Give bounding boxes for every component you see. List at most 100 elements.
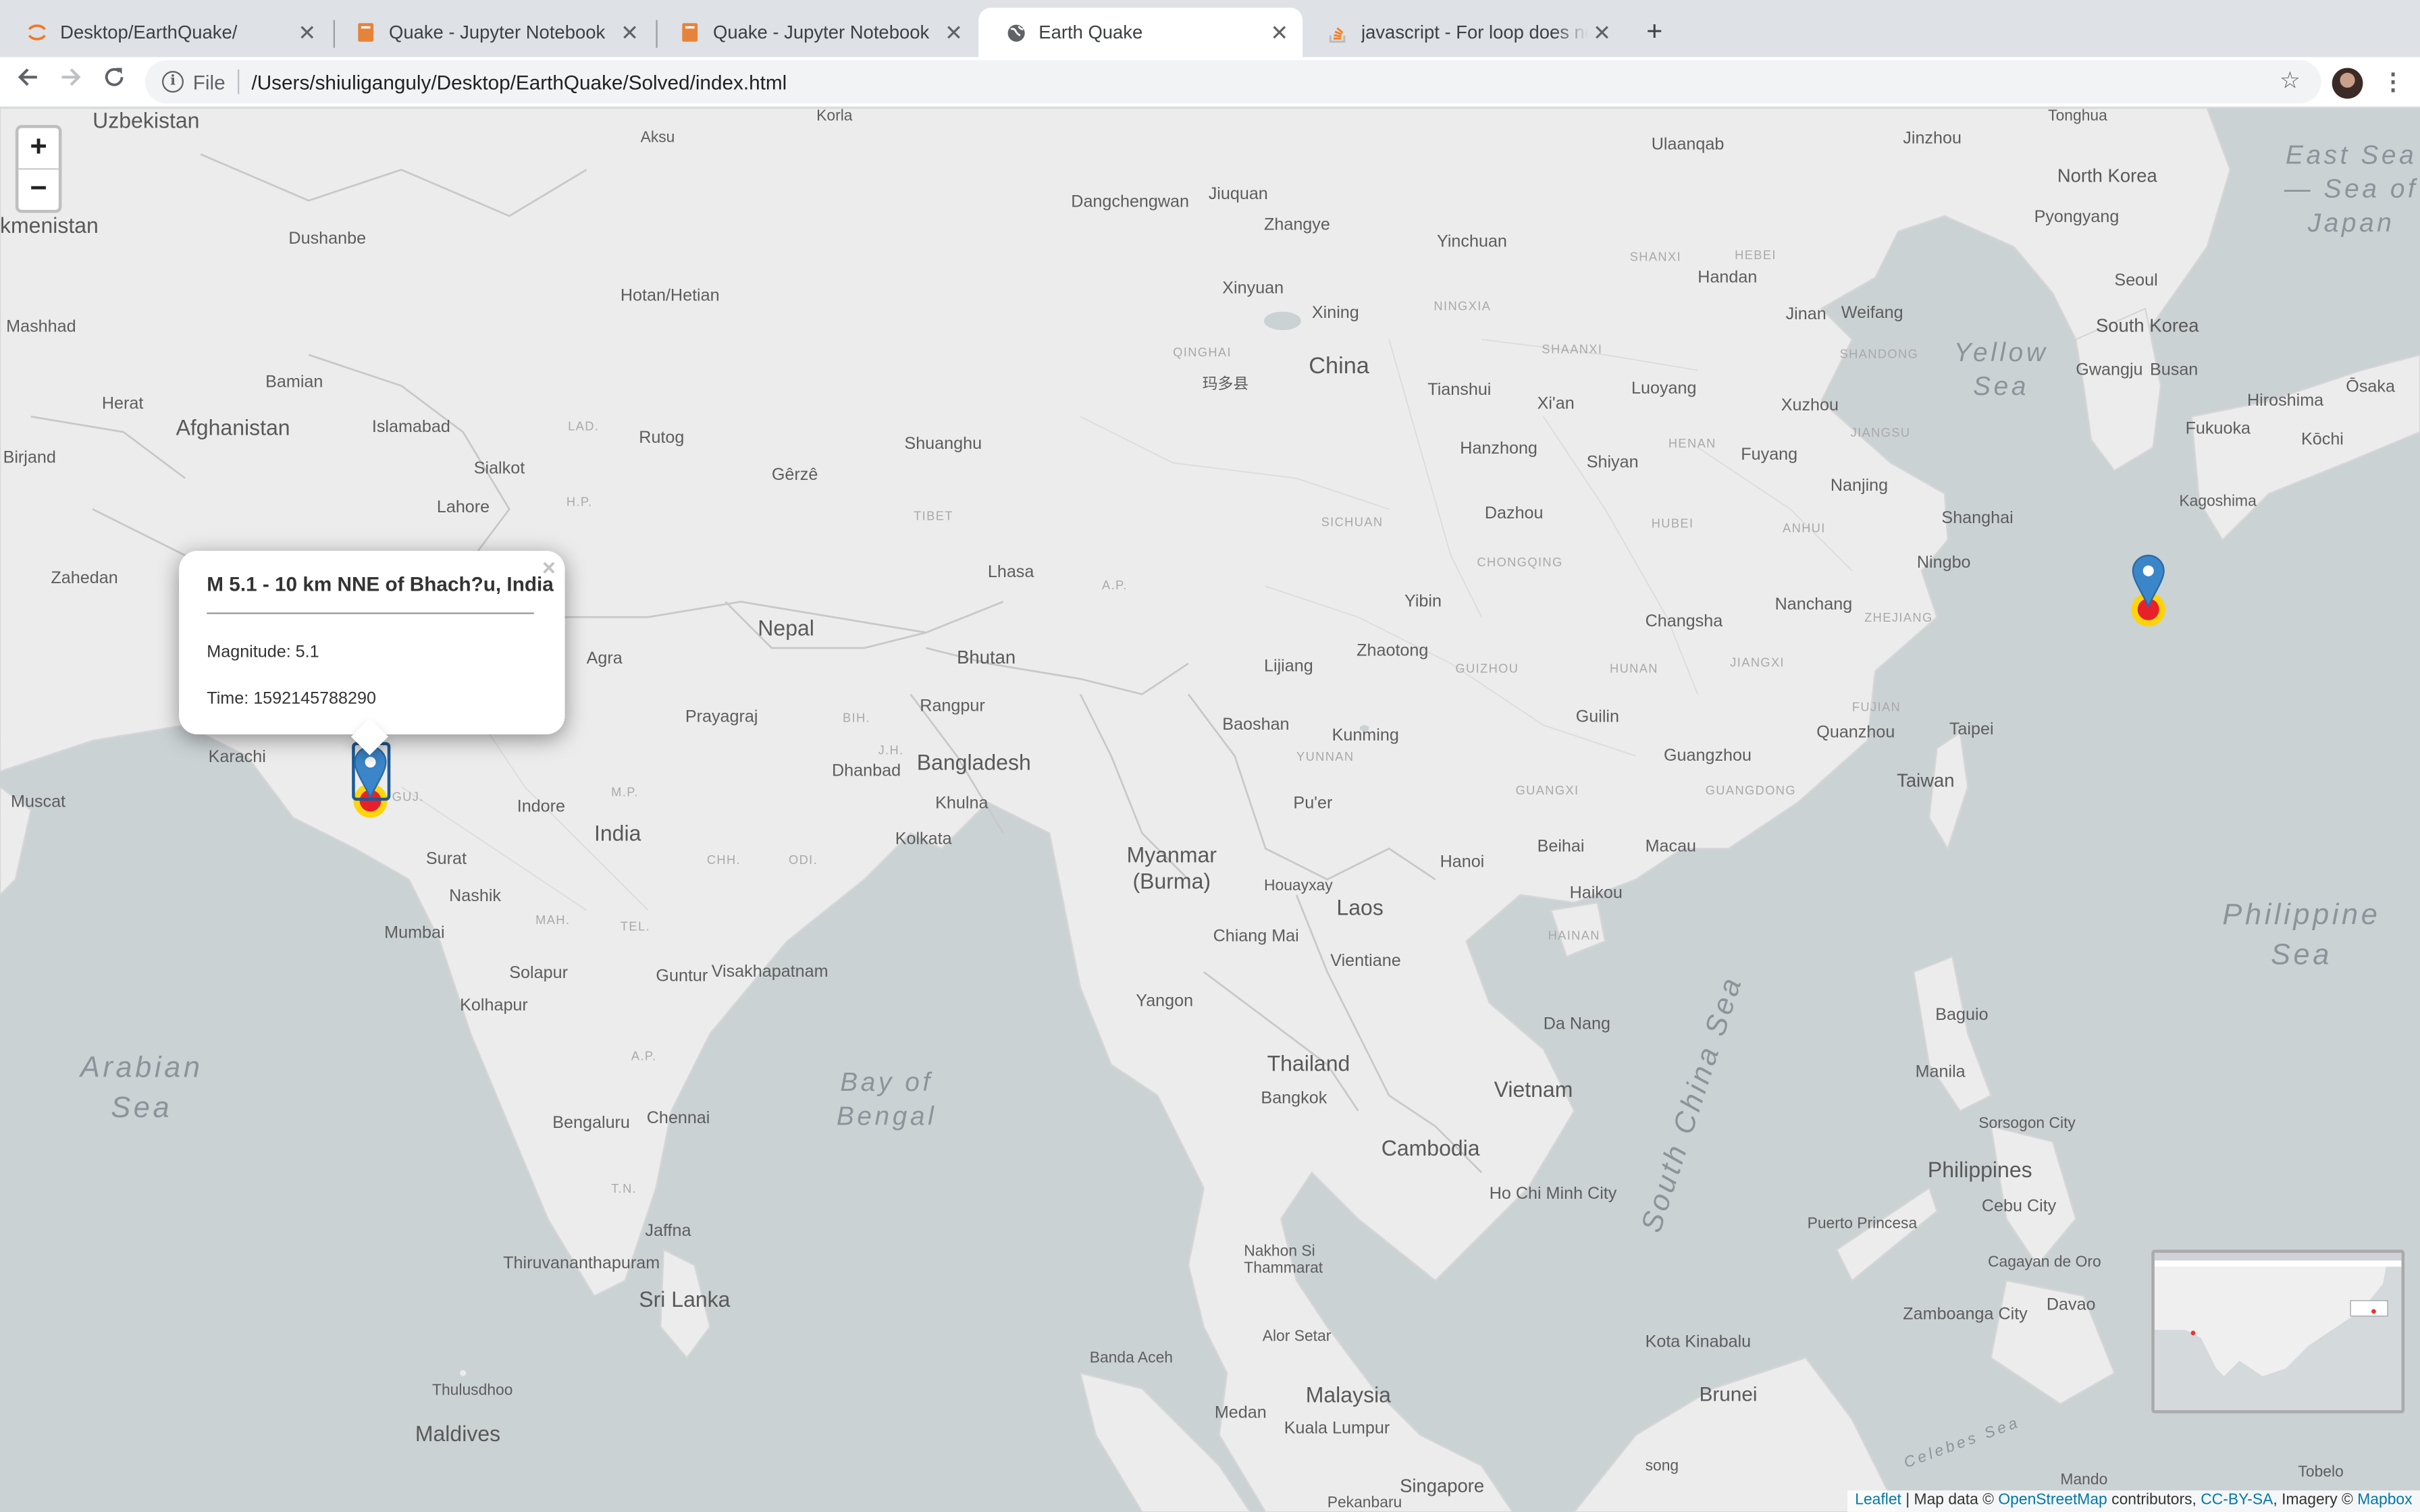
map-label-sea: Philippine Sea — [2222, 899, 2381, 972]
tab-quake-notebook-1[interactable]: Quake - Jupyter Notebook ✕ — [329, 7, 653, 57]
map-label-province: T.N. — [611, 1181, 637, 1196]
map-label-province: YUNNAN — [1296, 749, 1354, 764]
back-arrow-icon[interactable] — [12, 66, 43, 94]
map-label-city: Cagayan de Oro — [1987, 1254, 2101, 1272]
map-label-province: M.P. — [611, 785, 639, 799]
map-label-city: Medan — [1214, 1403, 1267, 1423]
map-label-city: Zhangye — [1263, 215, 1330, 235]
map-label-city: Handan — [1698, 268, 1758, 288]
map-label-city: Shuanghu — [904, 435, 982, 454]
map-label-city: Haikou — [1569, 884, 1623, 903]
map-label-city: Kunming — [1332, 726, 1399, 745]
map-label-city: Thulusdhoo — [431, 1382, 513, 1400]
map-label-country: Nepal — [758, 615, 814, 641]
map-label-city: Hanoi — [1440, 853, 1485, 872]
tab-stackoverflow[interactable]: javascript - For loop does not w ✕ — [1301, 7, 1625, 57]
map-label-city: Muscat — [10, 792, 66, 812]
close-tab-icon[interactable]: ✕ — [940, 20, 968, 46]
map-label-city: Jinzhou — [1903, 129, 1962, 148]
map-label-province: CHH. — [706, 853, 741, 867]
map-label-city: Zhaotong — [1357, 641, 1429, 661]
map-label-country: Bhutan — [957, 646, 1016, 668]
tab-quake-notebook-2[interactable]: Quake - Jupyter Notebook ✕ — [653, 7, 977, 57]
map-label-city: Nanjing — [1830, 477, 1889, 495]
map-label-city: Ho Chi Minh City — [1489, 1185, 1617, 1204]
map-label-city: Bengaluru — [552, 1114, 630, 1133]
info-icon[interactable]: i — [161, 71, 184, 93]
bookmark-star-icon[interactable]: ☆ — [2280, 66, 2300, 94]
map-label-province: FUJIAN — [1851, 700, 1901, 715]
earthquake-popup: × M 5.1 - 10 km NNE of Bhach?u, India Ma… — [179, 550, 565, 755]
openstreetmap-link[interactable]: OpenStreetMap — [1998, 1492, 2107, 1509]
map-label-province: NINGXIA — [1433, 299, 1492, 313]
map-label-city: Shanghai — [1941, 509, 2014, 528]
close-tab-icon[interactable]: ✕ — [616, 20, 643, 46]
map-label-city: Davao — [2046, 1295, 2096, 1315]
tab-desktop-earthquake[interactable]: Desktop/EarthQuake/ ✕ — [0, 7, 330, 57]
map-label-city: Changsha — [1645, 612, 1723, 631]
mapbox-link[interactable]: Mapbox — [2357, 1492, 2412, 1509]
map-label-city: Da Nang — [1543, 1015, 1610, 1034]
more-menu-icon[interactable]: ⋮ — [2382, 68, 2404, 96]
map-label-city: Dhanbad — [831, 762, 901, 781]
map-label-province: HUBEI — [1651, 516, 1694, 531]
new-tab-button[interactable]: + — [1639, 16, 1670, 48]
close-tab-icon[interactable]: ✕ — [293, 20, 321, 46]
map-label-city: Jinan — [1785, 305, 1826, 324]
map-label-city: 玛多县 — [1202, 376, 1249, 394]
map-label-city: Baguio — [1935, 1006, 1989, 1025]
zoom-out-button[interactable]: − — [18, 168, 59, 210]
map-label-city: Lijiang — [1263, 657, 1313, 676]
license-link[interactable]: CC-BY-SA — [2201, 1492, 2273, 1509]
map-label-city: Dushanbe — [288, 230, 367, 248]
tab-earth-quake[interactable]: Earth Quake ✕ — [978, 7, 1303, 57]
zoom-in-button[interactable]: + — [18, 128, 58, 168]
map-label-city: Dazhou — [1484, 504, 1544, 523]
map-label-city: Ningbo — [1916, 554, 1971, 572]
map-label-sea: East Sea — Sea of Japan — [2284, 140, 2419, 238]
map-label-province: ANHUI — [1782, 521, 1826, 536]
divider — [237, 69, 240, 94]
map-label-city: Agra — [586, 649, 623, 668]
map-label-city: Nakhon Si Thammarat — [1244, 1243, 1323, 1278]
map-label-city: Jaffna — [645, 1222, 691, 1241]
map-label-country: Bangladesh — [916, 749, 1031, 775]
map-label-city: Xi'an — [1537, 395, 1575, 414]
map-label-country: Malaysia — [1305, 1382, 1391, 1407]
map-label-province: MAH. — [535, 913, 571, 927]
map-label-city: Houayxay — [1263, 878, 1333, 895]
minimap[interactable] — [2151, 1249, 2405, 1413]
map-label-province: QINGHAI — [1173, 345, 1232, 360]
map-label-country: Thailand — [1267, 1050, 1350, 1076]
map-label-city: Tianshui — [1427, 381, 1492, 400]
map-label-province: ODI. — [788, 853, 818, 867]
map-label-city: Zamboanga City — [1903, 1305, 2028, 1324]
forward-arrow-icon[interactable] — [55, 66, 86, 94]
leaflet-link[interactable]: Leaflet — [1855, 1492, 1901, 1509]
map-label-country: Vietnam — [1494, 1077, 1573, 1102]
map-label-city: Chiang Mai — [1213, 927, 1299, 946]
map-label-city: Fuyang — [1741, 446, 1798, 464]
close-tab-icon[interactable]: ✕ — [1265, 20, 1293, 46]
avatar[interactable] — [2332, 68, 2363, 99]
map-label-city: Ulaanqab — [1651, 136, 1725, 155]
attribution-text: | Map data © — [1901, 1492, 1999, 1509]
map-label-city: Guntur — [656, 967, 708, 986]
map-label-country: Brunei — [1699, 1382, 1758, 1406]
address-bar[interactable]: i File /Users/shiuliganguly/Desktop/Eart… — [144, 60, 2321, 104]
notebook-icon — [679, 22, 701, 43]
map-label-city: Yangon — [1136, 992, 1194, 1011]
close-tab-icon[interactable]: ✕ — [1588, 20, 1616, 46]
map-label-province: JIANGXI — [1730, 655, 1785, 670]
map-label-city: Kōchi — [2300, 430, 2344, 450]
map-label-country: Myanmar (Burma) — [1126, 842, 1217, 894]
reload-icon[interactable] — [99, 66, 130, 94]
tab-title: javascript - For loop does not w — [1361, 21, 1588, 43]
map-label-country: South Korea — [2095, 315, 2199, 337]
map-label-city: Sialkot — [473, 460, 525, 479]
map-label-city: Korla — [816, 107, 853, 126]
map-label-province: SICHUAN — [1321, 515, 1384, 529]
map-label-province: ZHEJIANG — [1864, 611, 1933, 625]
map-label-country: Singapore — [1400, 1475, 1485, 1497]
map-container[interactable]: Uzbekistan kmenistan Afghanistan China N… — [0, 107, 2420, 1512]
